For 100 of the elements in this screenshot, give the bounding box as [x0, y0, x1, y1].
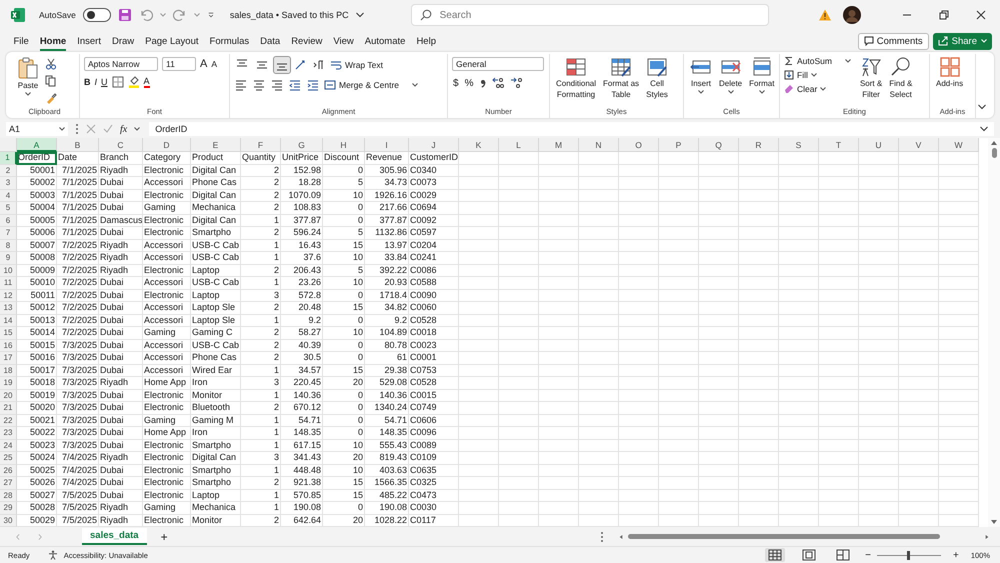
- decrease-decimal-icon[interactable]: [510, 76, 524, 90]
- row-number[interactable]: 11: [0, 277, 17, 290]
- column-header[interactable]: F: [241, 138, 281, 152]
- column-header[interactable]: N: [579, 138, 619, 152]
- row-number[interactable]: 24: [0, 440, 17, 452]
- zoom-in-button[interactable]: +: [952, 550, 959, 560]
- formula-input[interactable]: OrderID: [149, 122, 994, 136]
- row-number[interactable]: 6: [0, 214, 17, 227]
- text-style-button[interactable]: U: [101, 77, 108, 87]
- comma-style-icon[interactable]: [478, 78, 488, 88]
- column-header[interactable]: I: [365, 138, 409, 152]
- row-number[interactable]: 12: [0, 290, 17, 302]
- vertical-scrollbar[interactable]: [988, 138, 1000, 527]
- row-number[interactable]: 17: [0, 352, 17, 364]
- row-number[interactable]: 30: [0, 514, 17, 527]
- customize-toolbar-icon[interactable]: [206, 12, 215, 18]
- restore-icon[interactable]: [939, 10, 949, 20]
- row-number[interactable]: 5: [0, 202, 17, 214]
- row-number[interactable]: 18: [0, 364, 17, 377]
- find-select-button[interactable]: Find & Select: [887, 56, 914, 100]
- normal-view-icon[interactable]: [765, 548, 786, 562]
- column-header[interactable]: Q: [699, 138, 739, 152]
- row-number[interactable]: 13: [0, 302, 17, 314]
- row-number[interactable]: 10: [0, 264, 17, 277]
- column-header[interactable]: U: [859, 138, 899, 152]
- undo-icon[interactable]: [138, 8, 153, 22]
- merge-centre-button[interactable]: Merge & Centre: [324, 79, 418, 91]
- row-number[interactable]: 21: [0, 402, 17, 414]
- cell-styles-button[interactable]: Cell Styles: [644, 56, 670, 100]
- column-header[interactable]: D: [143, 138, 191, 152]
- wrap-text-button[interactable]: Wrap Text: [330, 59, 383, 71]
- font-size-dropdown[interactable]: 11: [162, 57, 196, 71]
- warning-icon[interactable]: [818, 8, 832, 22]
- fill-color-icon[interactable]: [128, 76, 140, 88]
- decrease-indent-icon[interactable]: [288, 78, 302, 92]
- menu-tab[interactable]: Home: [34, 32, 72, 50]
- currency-button[interactable]: $: [452, 78, 460, 88]
- insert-cells-button[interactable]: Insert: [688, 56, 714, 94]
- format-painter-icon[interactable]: [45, 92, 57, 104]
- scissors-icon[interactable]: [45, 58, 57, 70]
- zoom-slider-thumb[interactable]: [907, 550, 910, 560]
- vertical-align-icon[interactable]: [274, 57, 290, 73]
- insert-function-button[interactable]: fx: [120, 124, 128, 134]
- search-field[interactable]: Search: [410, 4, 769, 26]
- column-header[interactable]: W: [939, 138, 979, 152]
- close-icon[interactable]: [976, 10, 986, 20]
- font-color-button[interactable]: A: [144, 76, 150, 88]
- menu-tab[interactable]: Draw: [106, 32, 140, 50]
- increase-indent-icon[interactable]: [306, 78, 320, 92]
- align-right-icon[interactable]: [270, 78, 284, 92]
- redo-icon[interactable]: [172, 8, 187, 22]
- more-options-icon[interactable]: [600, 530, 604, 542]
- menu-tab[interactable]: File: [8, 32, 34, 50]
- text-direction-icon[interactable]: [312, 58, 326, 72]
- accessibility-icon[interactable]: [48, 550, 58, 560]
- zoom-out-button[interactable]: −: [865, 550, 871, 560]
- percent-button[interactable]: %: [464, 78, 474, 88]
- row-number[interactable]: 25: [0, 452, 17, 464]
- column-header[interactable]: E: [191, 138, 241, 152]
- scrollbar-thumb[interactable]: [992, 148, 996, 158]
- column-header[interactable]: H: [323, 138, 365, 152]
- column-header[interactable]: L: [499, 138, 539, 152]
- scroll-left-icon[interactable]: [618, 534, 624, 538]
- row-number[interactable]: 4: [0, 190, 17, 202]
- row-number[interactable]: 26: [0, 464, 17, 477]
- share-button[interactable]: Share: [932, 32, 992, 50]
- row-number[interactable]: 15: [0, 327, 17, 340]
- column-header[interactable]: P: [659, 138, 699, 152]
- scroll-right-icon[interactable]: [984, 534, 990, 538]
- menu-tab[interactable]: Insert: [72, 32, 106, 50]
- paste-button[interactable]: Paste: [14, 56, 42, 96]
- horizontal-scrollbar[interactable]: [618, 534, 990, 539]
- number-format-dropdown[interactable]: General: [452, 57, 544, 71]
- column-header[interactable]: R: [739, 138, 779, 152]
- row-number[interactable]: 23: [0, 427, 17, 440]
- column-header[interactable]: B: [57, 138, 99, 152]
- row-number[interactable]: 19: [0, 377, 17, 390]
- autosave-toggle[interactable]: [82, 8, 111, 22]
- row-number[interactable]: 29: [0, 502, 17, 514]
- column-header[interactable]: J: [409, 138, 459, 152]
- row-number[interactable]: 8: [0, 240, 17, 252]
- menu-tab[interactable]: Review: [286, 32, 328, 50]
- sheet-tab[interactable]: sales_data: [82, 528, 147, 545]
- align-left-icon[interactable]: [234, 78, 248, 92]
- menu-tab[interactable]: Data: [254, 32, 286, 50]
- menu-tab[interactable]: Formulas: [204, 32, 255, 50]
- row-number[interactable]: 16: [0, 340, 17, 352]
- row-number[interactable]: 28: [0, 490, 17, 502]
- document-title[interactable]: sales_data • Saved to this PC: [230, 10, 349, 20]
- text-style-button[interactable]: I: [94, 77, 98, 87]
- column-header[interactable]: G: [281, 138, 323, 152]
- name-box[interactable]: A1: [6, 122, 68, 136]
- borders-icon[interactable]: [112, 76, 124, 88]
- column-header[interactable]: A: [17, 138, 57, 152]
- row-number[interactable]: 7: [0, 227, 17, 240]
- check-icon[interactable]: [103, 124, 113, 134]
- menu-tab[interactable]: Help: [410, 32, 442, 50]
- row-number[interactable]: 3: [0, 177, 17, 190]
- column-header[interactable]: O: [619, 138, 659, 152]
- clear-button[interactable]: Clear: [784, 84, 851, 94]
